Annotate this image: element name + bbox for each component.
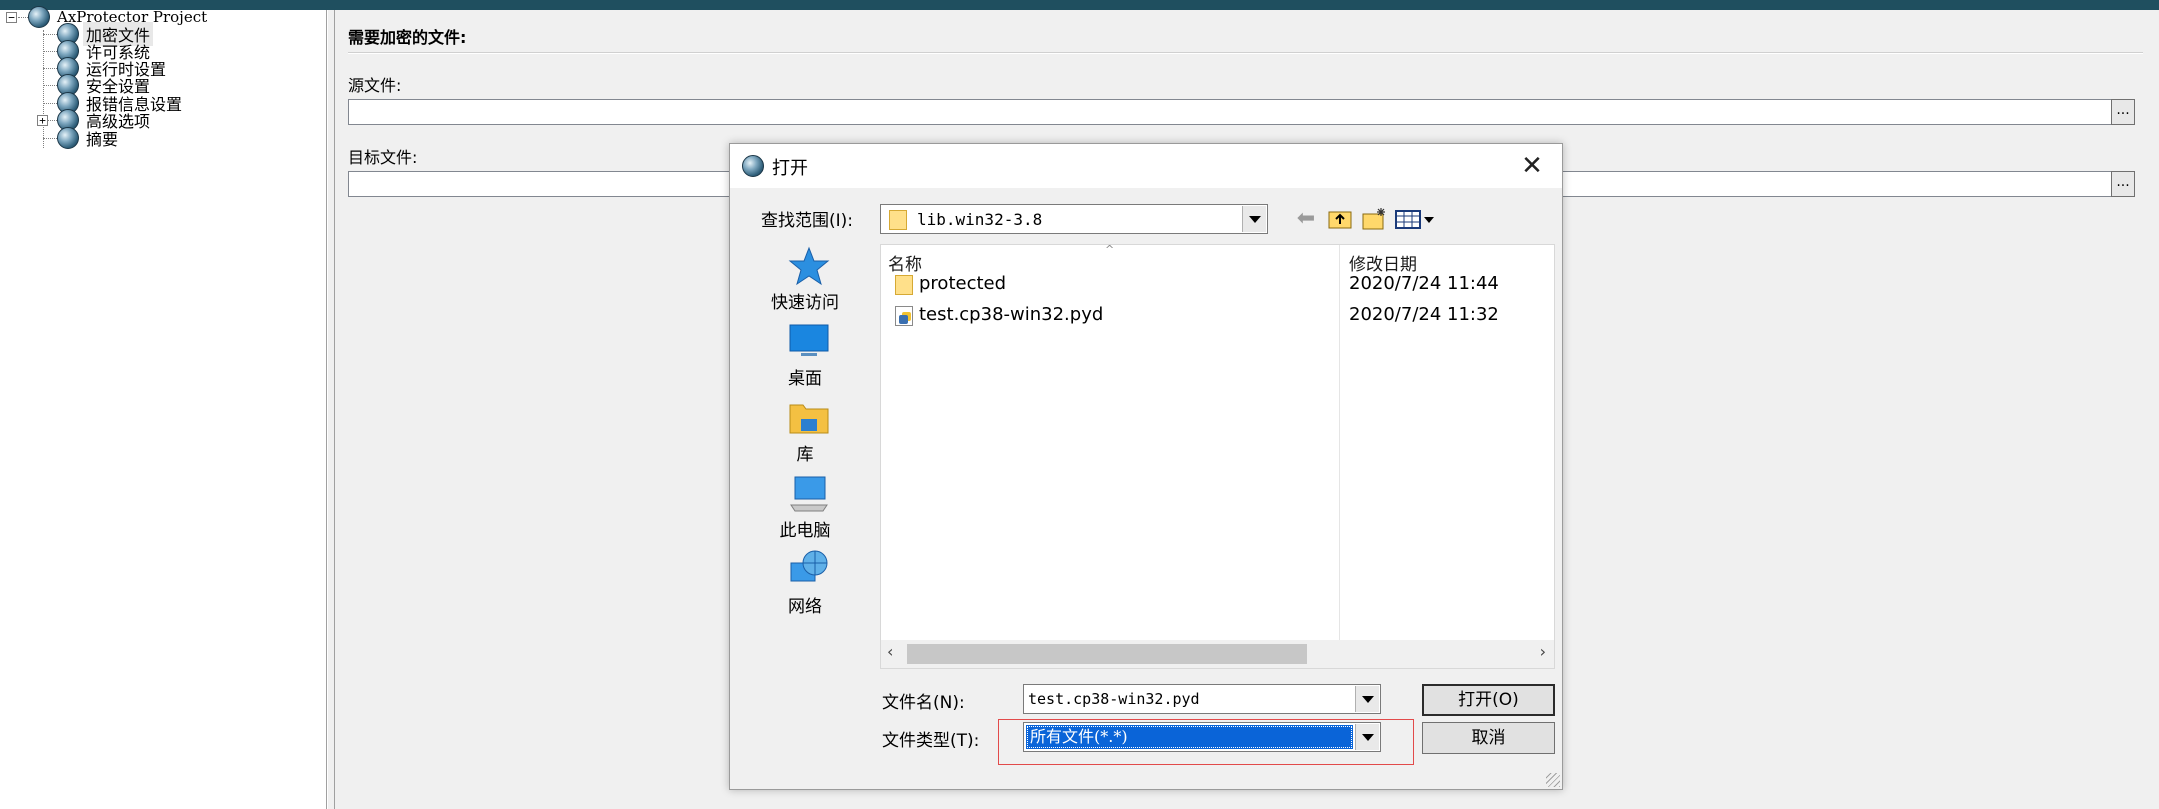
close-icon[interactable]: ✕ bbox=[1512, 150, 1552, 182]
place-desktop[interactable]: 桌面 bbox=[750, 321, 860, 391]
target-file-label: 目标文件: bbox=[348, 148, 418, 167]
chevron-down-icon[interactable] bbox=[1355, 724, 1379, 750]
tree-connector bbox=[43, 51, 57, 52]
tree-collapse-toggle[interactable]: − bbox=[6, 12, 17, 23]
tree-item-summary[interactable]: 摘要 bbox=[57, 127, 121, 149]
place-label: 网络 bbox=[788, 597, 822, 617]
tree-connector bbox=[43, 138, 57, 139]
sort-caret-icon: ^ bbox=[1105, 243, 1115, 256]
open-file-dialog[interactable]: 打开 ✕ 查找范围(I): lib.win32-3.8 ⬅ 快速访问 桌面 库 … bbox=[729, 143, 1563, 790]
tree-expand-toggle[interactable]: + bbox=[37, 115, 48, 126]
divider bbox=[348, 52, 2143, 54]
globe-icon bbox=[28, 6, 50, 28]
folder-icon bbox=[889, 210, 907, 230]
computer-icon bbox=[790, 476, 828, 512]
globe-icon bbox=[57, 127, 79, 149]
tree-item-label: 摘要 bbox=[86, 130, 119, 149]
star-icon bbox=[788, 246, 830, 286]
place-label: 库 bbox=[796, 445, 814, 465]
source-file-label: 源文件: bbox=[348, 76, 402, 95]
look-in-value: lib.win32-3.8 bbox=[917, 210, 1043, 229]
python-file-icon bbox=[895, 306, 913, 326]
file-name: test.cp38-win32.pyd bbox=[919, 304, 1104, 325]
look-in-label: 查找范围(I): bbox=[761, 211, 854, 231]
target-browse-button[interactable]: ... bbox=[2111, 171, 2135, 197]
file-type-label: 文件类型(T): bbox=[882, 731, 980, 751]
file-row[interactable]: test.cp38-win32.pyd 2020/7/24 11:32 bbox=[881, 300, 1554, 330]
tree-connector bbox=[43, 68, 57, 69]
horizontal-scrollbar[interactable]: ‹ › bbox=[881, 640, 1554, 668]
view-menu-icon[interactable] bbox=[1394, 206, 1436, 232]
place-quick-access[interactable]: 快速访问 bbox=[750, 244, 860, 314]
file-row[interactable]: protected 2020/7/24 11:44 bbox=[881, 269, 1554, 299]
look-in-combo[interactable]: lib.win32-3.8 bbox=[880, 204, 1268, 234]
file-type-combo[interactable]: 所有文件(*.*) bbox=[1023, 722, 1381, 752]
source-file-input[interactable] bbox=[348, 99, 2128, 125]
library-folder-icon bbox=[789, 404, 829, 434]
file-date: 2020/7/24 11:44 bbox=[1349, 273, 1499, 294]
tree-connector bbox=[43, 30, 44, 148]
place-this-pc[interactable]: 此电脑 bbox=[750, 473, 860, 543]
tree-connector bbox=[43, 103, 57, 104]
file-name-value[interactable]: test.cp38-win32.pyd bbox=[1028, 690, 1200, 708]
up-folder-icon[interactable] bbox=[1326, 206, 1354, 232]
source-browse-button[interactable]: ... bbox=[2111, 99, 2135, 125]
open-button[interactable]: 打开(O) bbox=[1422, 684, 1555, 716]
tree-connector bbox=[43, 85, 57, 86]
scroll-right-icon[interactable]: › bbox=[1540, 642, 1546, 661]
chevron-down-icon[interactable] bbox=[1242, 206, 1266, 232]
network-globe-icon bbox=[790, 550, 828, 582]
folder-icon bbox=[895, 275, 913, 295]
tree-connector bbox=[43, 34, 57, 35]
chevron-down-icon[interactable] bbox=[1355, 686, 1379, 712]
file-name-combo[interactable]: test.cp38-win32.pyd bbox=[1023, 684, 1381, 714]
place-label: 快速访问 bbox=[771, 293, 839, 313]
desktop-icon bbox=[789, 324, 829, 356]
place-libraries[interactable]: 库 bbox=[750, 397, 860, 467]
file-date: 2020/7/24 11:32 bbox=[1349, 304, 1499, 325]
dialog-titlebar[interactable]: 打开 ✕ bbox=[730, 144, 1562, 188]
scrollbar-thumb[interactable] bbox=[907, 644, 1307, 664]
place-network[interactable]: 网络 bbox=[750, 549, 860, 619]
file-name-label: 文件名(N): bbox=[882, 693, 965, 713]
top-window-bar bbox=[0, 0, 2159, 10]
file-type-value: 所有文件(*.*) bbox=[1026, 725, 1353, 749]
new-folder-icon[interactable] bbox=[1360, 206, 1388, 232]
back-arrow-icon[interactable]: ⬅ bbox=[1292, 206, 1320, 232]
file-list[interactable]: ^ 名称 修改日期 protected 2020/7/24 11:44 test… bbox=[880, 243, 1555, 669]
file-name: protected bbox=[919, 273, 1007, 294]
app-globe-icon bbox=[742, 155, 764, 177]
scroll-left-icon[interactable]: ‹ bbox=[887, 642, 893, 661]
pane-splitter[interactable] bbox=[327, 10, 335, 809]
cancel-button[interactable]: 取消 bbox=[1422, 722, 1555, 754]
tree-connector bbox=[18, 17, 28, 18]
project-tree[interactable]: − AxProtector Project 加密文件 许可系统 运行时设置 安全… bbox=[0, 6, 327, 809]
section-header: 需要加密的文件: bbox=[348, 28, 467, 47]
resize-grip-icon[interactable] bbox=[1546, 773, 1560, 787]
place-label: 此电脑 bbox=[779, 521, 831, 541]
dialog-title: 打开 bbox=[772, 158, 808, 179]
place-label: 桌面 bbox=[788, 369, 822, 389]
